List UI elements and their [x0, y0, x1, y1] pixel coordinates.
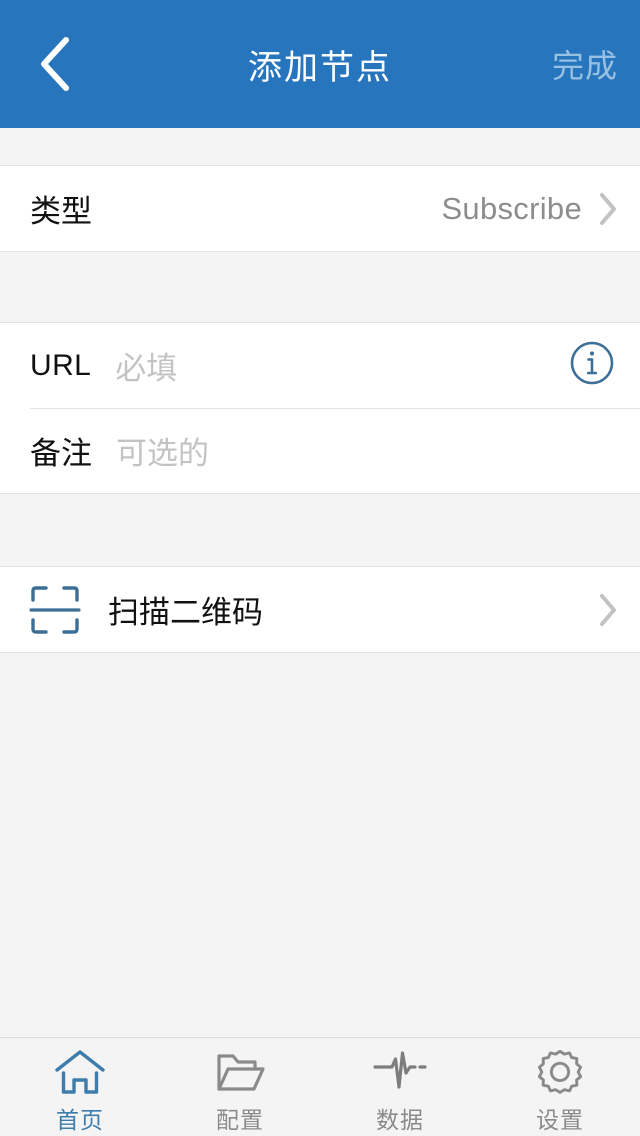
- spacer-bottom: [0, 494, 640, 566]
- row-remark[interactable]: 备注 可选的: [0, 408, 640, 493]
- pulse-icon: [372, 1046, 428, 1098]
- app-screen: 添加节点 完成 类型 Subscribe URL 必填 备注 可选的 扫描二维码…: [0, 0, 640, 1136]
- tab-config-label: 配置: [216, 1106, 264, 1133]
- scan-section: 扫描二维码: [0, 566, 640, 653]
- chevron-right-icon: [598, 593, 618, 627]
- done-button[interactable]: 完成: [552, 0, 618, 128]
- type-label: 类型: [30, 194, 92, 229]
- tab-config[interactable]: 配置: [160, 1038, 320, 1136]
- url-input[interactable]: 必填: [115, 343, 566, 388]
- tab-settings[interactable]: 设置: [480, 1038, 640, 1136]
- url-label: URL: [30, 348, 92, 382]
- row-type[interactable]: 类型 Subscribe: [0, 166, 640, 251]
- tab-home[interactable]: 首页: [0, 1038, 160, 1136]
- form-content: 类型 Subscribe URL 必填 备注 可选的 扫描二维码: [0, 128, 640, 1037]
- bottom-tab-bar: 首页 配置 数据 设置: [0, 1037, 640, 1136]
- remark-label: 备注: [30, 436, 92, 471]
- spacer-middle: [0, 252, 640, 322]
- scan-qr-label: 扫描二维码: [108, 595, 263, 630]
- info-circle-icon: [568, 339, 616, 392]
- type-section: 类型 Subscribe: [0, 165, 640, 252]
- url-info-button[interactable]: [566, 340, 618, 392]
- row-scan-qr[interactable]: 扫描二维码: [0, 567, 640, 652]
- gear-icon: [535, 1046, 585, 1098]
- spacer-top: [0, 128, 640, 165]
- page-title: 添加节点: [248, 48, 392, 87]
- tab-home-label: 首页: [56, 1106, 104, 1133]
- navigation-bar: 添加节点 完成: [0, 0, 640, 128]
- tab-data-label: 数据: [376, 1106, 424, 1133]
- qr-scan-icon: [28, 583, 82, 637]
- home-icon: [54, 1046, 106, 1098]
- folder-icon: [214, 1046, 266, 1098]
- tab-data[interactable]: 数据: [320, 1038, 480, 1136]
- type-value: Subscribe: [441, 190, 582, 226]
- remark-input[interactable]: 可选的: [116, 428, 618, 473]
- chevron-right-icon: [598, 192, 618, 226]
- fields-section: URL 必填 备注 可选的: [0, 322, 640, 494]
- tab-settings-label: 设置: [536, 1106, 584, 1133]
- row-url[interactable]: URL 必填: [0, 323, 640, 408]
